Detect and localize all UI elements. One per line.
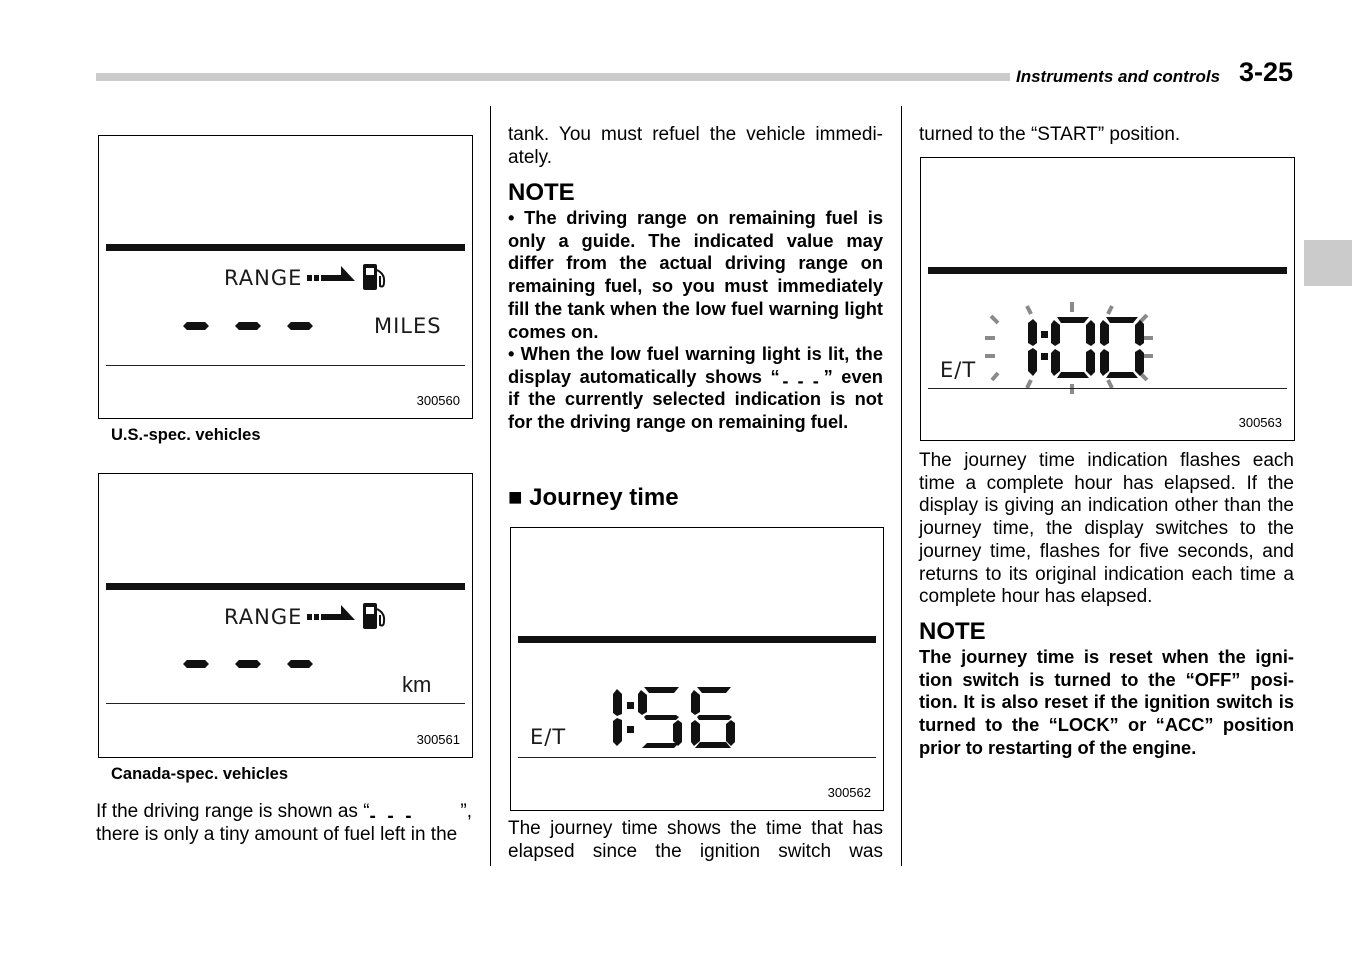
display-bar (518, 636, 876, 643)
seven-segment-time (613, 687, 735, 748)
fuel-pump-icon (363, 603, 386, 629)
note-bullet: • When the low fuel warning light is lit… (508, 343, 883, 433)
paragraph-start-position: turned to the “START” position. (919, 124, 1181, 145)
dash-segment (235, 322, 261, 330)
dashes-glyph: - - - (369, 806, 414, 827)
paragraph-refuel: tank. You must refuel the vehicle immedi… (508, 124, 883, 168)
segment (613, 689, 622, 716)
paragraph-range-dashes: If the driving range is shown as “- - - … (96, 801, 472, 845)
section-title: Instruments and controls (1016, 67, 1221, 86)
figure-number: 300560 (416, 393, 460, 408)
chapter-tab (1304, 240, 1352, 286)
display-line (106, 365, 465, 366)
figure-number: 300561 (416, 732, 460, 747)
column-divider (490, 106, 491, 866)
display-bar (106, 244, 465, 251)
square-bullet-icon: ■ (508, 484, 523, 511)
colon-dot (627, 726, 634, 733)
dashes-glyph: - - - (782, 369, 821, 391)
colon-dot (627, 702, 634, 709)
figure-range-canada: RANGE km 300561 (98, 473, 473, 758)
dash-segment (183, 322, 209, 330)
figure-journey-time-flashing: E/T 300563 (920, 157, 1295, 441)
figure-caption: U.S.-spec. vehicles (111, 426, 261, 444)
paragraph-flash: The journey time indication flashes each… (919, 450, 1294, 608)
unit-label: km (402, 672, 432, 697)
et-label: E/T (940, 358, 977, 382)
figure-number: 300563 (1238, 415, 1282, 430)
fuel-pump-icon (363, 264, 386, 290)
arrow-fuel-icons (307, 603, 386, 629)
seven-segment-time-flashing (985, 302, 1153, 394)
display-line (106, 703, 465, 704)
dash-segment (235, 660, 261, 668)
paragraph-journey-time: The journey time shows the time that has… (508, 818, 883, 862)
figure-number: 300562 (827, 785, 871, 800)
note-heading: NOTE (508, 179, 575, 206)
section-heading: ■ Journey time (508, 484, 679, 511)
dash-segment (183, 660, 209, 668)
display-bar (106, 583, 465, 590)
figure-caption: Canada-spec. vehicles (111, 765, 289, 783)
note-bullet: • The driving range on remaining fuel is… (508, 207, 883, 342)
segment (613, 718, 622, 746)
display-line (518, 757, 876, 758)
figure-journey-time: E/T 300562 (510, 527, 884, 811)
arrow-fuel-icons (307, 264, 386, 290)
figure-range-us: RANGE MILES 300560 (98, 135, 473, 419)
display-line (928, 388, 1287, 389)
dash-segment (287, 660, 313, 668)
et-label: E/T (530, 725, 567, 749)
display-bar (928, 267, 1287, 274)
range-label: RANGE (224, 605, 303, 629)
note-text: The journey time is reset when the igni-… (919, 646, 1294, 758)
arrow-icon (307, 605, 355, 620)
range-label: RANGE (224, 266, 303, 290)
flash-rays-icon (985, 302, 1153, 394)
dash-segment (287, 322, 313, 330)
page-number: 3-25 (1239, 57, 1294, 87)
note-heading: NOTE (919, 618, 986, 645)
unit-label: MILES (374, 314, 442, 338)
arrow-icon (307, 266, 355, 281)
column-divider (901, 106, 902, 866)
